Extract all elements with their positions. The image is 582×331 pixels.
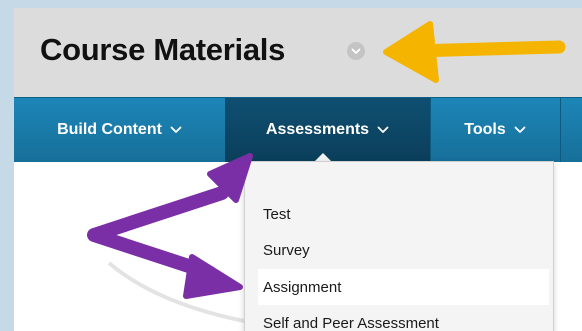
assessments-dropdown-menu: Test Survey Assignment Self and Peer Ass… — [244, 161, 554, 331]
chevron-down-icon — [377, 121, 389, 139]
tools-menu-button[interactable]: Tools — [430, 98, 560, 162]
page-header: Course Materials — [14, 8, 582, 97]
assessments-label: Assessments — [265, 121, 370, 138]
screenshot-frame: Course Materials Build Content Assessmen… — [14, 8, 582, 331]
tools-label: Tools — [464, 121, 506, 138]
menu-item-test[interactable]: Test — [245, 196, 553, 232]
page-title: Course Materials — [40, 32, 286, 67]
action-bar-divider — [560, 98, 561, 162]
menu-item-survey[interactable]: Survey — [245, 232, 553, 268]
menu-item-assignment[interactable]: Assignment — [258, 269, 549, 305]
menu-item-self-and-peer-assessment[interactable]: Self and Peer Assessment — [245, 305, 553, 331]
build-content-label: Build Content — [57, 121, 162, 138]
chevron-down-icon — [514, 121, 526, 139]
action-bar: Build Content Assessments Tools — [14, 97, 582, 162]
chevron-down-circle-icon[interactable] — [347, 42, 365, 60]
build-content-menu-button[interactable]: Build Content — [14, 98, 225, 162]
chevron-down-icon — [170, 121, 182, 139]
